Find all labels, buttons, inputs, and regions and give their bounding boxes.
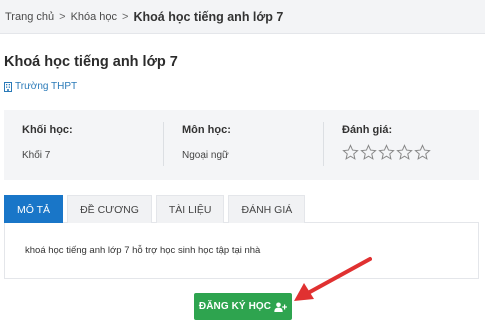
star-outline-icon[interactable] [396, 144, 413, 161]
grade-info: Khối học: Khối 7 [4, 110, 164, 180]
star-outline-icon[interactable] [342, 144, 359, 161]
tab-syllabus[interactable]: ĐỀ CƯƠNG [67, 195, 152, 223]
breadcrumb-separator: > [122, 10, 129, 23]
user-plus-icon [274, 302, 288, 312]
tab-description[interactable]: MÔ TẢ [4, 195, 64, 223]
grade-label: Khối học: [22, 124, 73, 136]
breadcrumb-home-link[interactable]: Trang chủ [5, 11, 54, 23]
breadcrumb-current: Khoá học tiếng anh lớp 7 [133, 9, 284, 24]
course-tabs: MÔ TẢ ĐỀ CƯƠNG TÀI LIỆU ĐÁNH GIÁ [4, 195, 479, 223]
course-info-panel: Khối học: Khối 7 Môn học: Ngoại ngữ Đánh… [4, 110, 479, 180]
star-outline-icon[interactable] [360, 144, 377, 161]
building-icon [4, 81, 12, 92]
subject-value: Ngoại ngữ [182, 150, 229, 161]
tab-content-description: khoá học tiếng anh lớp 7 hỗ trợ học sinh… [4, 223, 479, 279]
star-outline-icon[interactable] [378, 144, 395, 161]
arrow-pointer-icon [294, 257, 372, 301]
star-outline-icon[interactable] [414, 144, 431, 161]
school-name: Trường THPT [15, 81, 78, 92]
page-title: Khoá học tiếng anh lớp 7 [4, 54, 178, 70]
register-button-label: ĐĂNG KÝ HỌC [198, 301, 272, 312]
rating-info: Đánh giá: [324, 110, 479, 180]
tab-documents[interactable]: TÀI LIỆU [155, 195, 225, 223]
breadcrumb: Trang chủ > Khóa học > Khoá học tiếng an… [0, 0, 485, 34]
rating-label: Đánh giá: [342, 124, 393, 136]
subject-info: Môn học: Ngoại ngữ [164, 110, 324, 180]
breadcrumb-separator: > [59, 10, 66, 23]
breadcrumb-courses-link[interactable]: Khóa học [71, 11, 117, 23]
rating-stars[interactable] [342, 144, 479, 161]
course-description: khoá học tiếng anh lớp 7 hỗ trợ học sinh… [25, 245, 261, 256]
tab-reviews[interactable]: ĐÁNH GIÁ [228, 195, 306, 223]
register-button[interactable]: ĐĂNG KÝ HỌC [194, 293, 292, 320]
subject-label: Môn học: [182, 124, 231, 136]
grade-value: Khối 7 [22, 150, 51, 161]
school-link[interactable]: Trường THPT [4, 81, 77, 92]
